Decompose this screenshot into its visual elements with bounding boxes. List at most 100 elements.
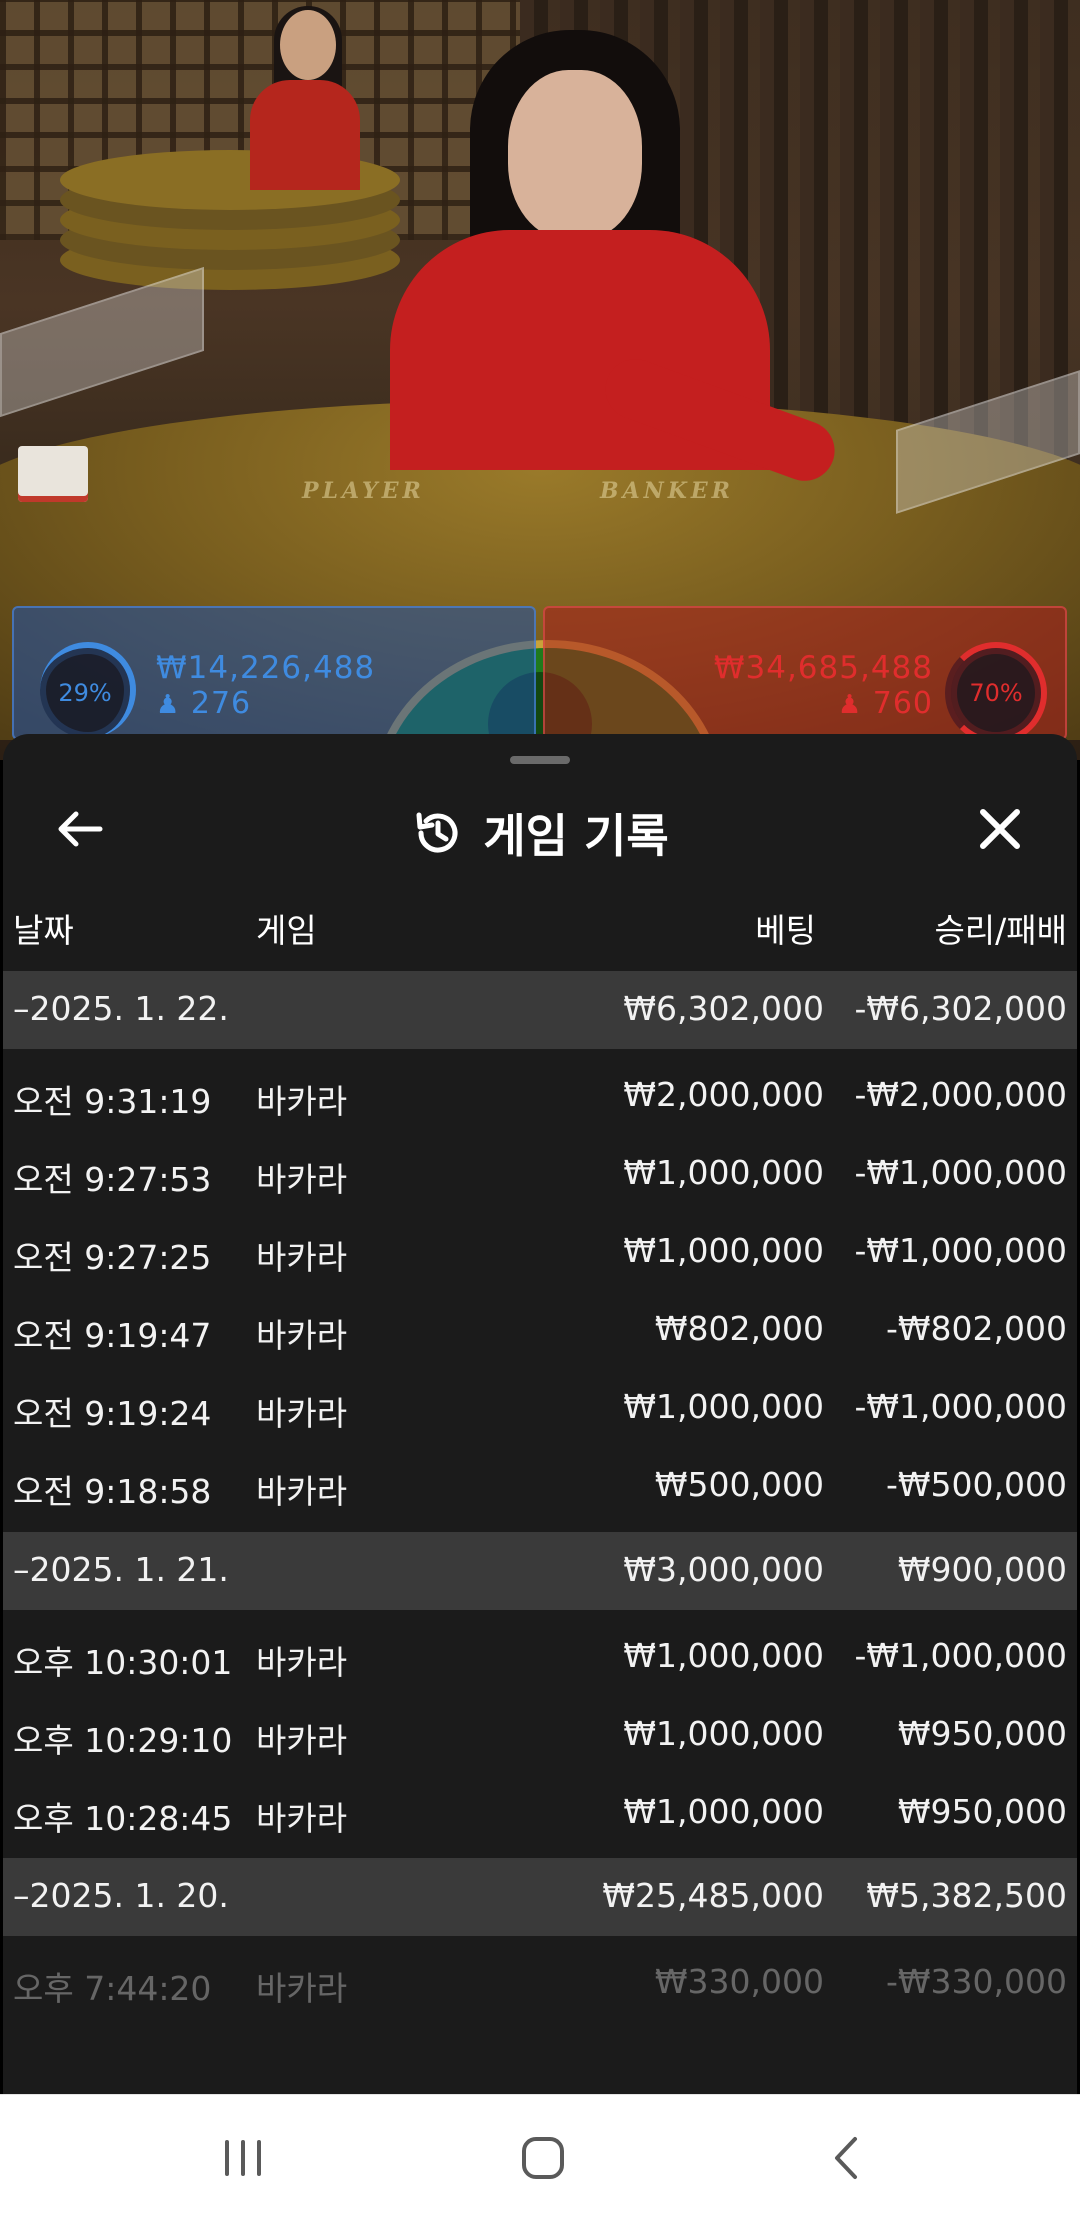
card-shoe-left <box>0 266 204 418</box>
row-time: 오후 7:44:20 <box>13 1969 212 2008</box>
banker-percent-ring: 70% <box>945 642 1047 738</box>
date-group-row[interactable]: –2025. 1. 22. ₩6,302,000 -₩6,302,000 <box>3 971 1077 1049</box>
sheet-header: 게임 기록 <box>3 774 1077 874</box>
felt-label-player: PLAYER <box>302 478 425 504</box>
player-percent: 29% <box>58 679 112 707</box>
history-row[interactable]: 오전 9:27:53 바카라 ₩1,000,000 -₩1,000,000 <box>3 1133 1077 1211</box>
row-game: 바카라 <box>256 1082 348 1121</box>
banker-percent: 70% <box>969 679 1023 707</box>
game-history-sheet: 게임 기록 날짜 게임 베팅 승리/패배 –2025. 1. 22. ₩6,30… <box>3 734 1077 2094</box>
row-time: 오전 9:27:25 <box>13 1238 212 1277</box>
row-time: 오후 10:29:10 <box>13 1721 233 1760</box>
row-result: -₩1,000,000 <box>854 1231 1068 1270</box>
row-time: 오후 10:30:01 <box>13 1643 233 1682</box>
close-button[interactable] <box>965 794 1035 864</box>
history-row[interactable]: 오전 9:27:25 바카라 ₩1,000,000 -₩1,000,000 <box>3 1211 1077 1289</box>
date-group-row[interactable]: –2025. 1. 21. ₩3,000,000 ₩900,000 <box>3 1532 1077 1610</box>
dealer <box>380 30 844 490</box>
group-bet-total: ₩3,000,000 <box>623 1550 824 1589</box>
row-game: 바카라 <box>256 1969 348 2008</box>
row-result: ₩950,000 <box>897 1792 1067 1831</box>
history-icon <box>416 812 458 853</box>
row-bet: ₩1,000,000 <box>623 1231 824 1270</box>
row-result: -₩1,000,000 <box>854 1387 1068 1426</box>
history-row[interactable]: 오후 10:29:10 바카라 ₩1,000,000 ₩950,000 <box>3 1694 1077 1772</box>
group-result-total: -₩6,302,000 <box>854 989 1068 1028</box>
row-game: 바카라 <box>256 1160 348 1199</box>
row-result: ₩950,000 <box>897 1714 1067 1753</box>
row-bet: ₩1,000,000 <box>623 1636 824 1675</box>
row-result: -₩500,000 <box>885 1465 1067 1504</box>
player-bet-amount: ₩14,226,488 <box>156 650 376 686</box>
date-group-row[interactable]: –2025. 1. 20. ₩25,485,000 ₩5,382,500 <box>3 1858 1077 1936</box>
row-game: 바카라 <box>256 1799 348 1838</box>
system-navigation-bar <box>0 2094 1080 2221</box>
sheet-title-text: 게임 기록 <box>483 809 669 863</box>
column-bet: 베팅 <box>755 911 816 950</box>
group-result-total: ₩900,000 <box>897 1550 1067 1589</box>
player-bettor-count: ♟ 276 <box>156 686 251 721</box>
row-result: -₩802,000 <box>885 1309 1067 1348</box>
group-date: –2025. 1. 22. <box>13 989 229 1028</box>
card-stack <box>18 446 88 502</box>
row-time: 오전 9:31:19 <box>13 1082 212 1121</box>
banker-count-value: 760 <box>872 686 933 721</box>
row-bet: ₩802,000 <box>654 1309 824 1348</box>
sheet-title: 게임 기록 <box>3 800 1077 866</box>
history-row[interactable]: 오후 10:28:45 바카라 ₩1,000,000 ₩950,000 <box>3 1772 1077 1850</box>
system-back-button[interactable] <box>806 2125 886 2191</box>
home-button[interactable] <box>503 2125 583 2191</box>
person-icon: ♟ <box>837 690 863 720</box>
player-bet-panel[interactable]: 29% ₩14,226,488 ♟ 276 <box>12 606 536 740</box>
row-bet: ₩1,000,000 <box>623 1153 824 1192</box>
home-icon <box>522 2137 564 2179</box>
row-game: 바카라 <box>256 1394 348 1433</box>
person-icon: ♟ <box>156 690 181 720</box>
group-date: –2025. 1. 21. <box>13 1550 229 1589</box>
player-percent-ring: 29% <box>40 642 136 738</box>
row-bet: ₩2,000,000 <box>623 1075 824 1114</box>
player-count-value: 276 <box>190 686 252 721</box>
row-result: -₩1,000,000 <box>854 1636 1068 1675</box>
history-row[interactable]: 오전 9:31:19 바카라 ₩2,000,000 -₩2,000,000 <box>3 1055 1077 1133</box>
row-bet: ₩330,000 <box>654 1962 824 2001</box>
row-result: -₩330,000 <box>885 1962 1067 2001</box>
row-time: 오전 9:27:53 <box>13 1160 212 1199</box>
history-row[interactable]: 오전 9:19:47 바카라 ₩802,000 -₩802,000 <box>3 1289 1077 1367</box>
felt-label-banker: BANKER <box>600 478 734 504</box>
column-result: 승리/패배 <box>934 911 1067 950</box>
row-bet: ₩500,000 <box>654 1465 824 1504</box>
group-bet-total: ₩25,485,000 <box>602 1876 824 1915</box>
recent-apps-button[interactable] <box>203 2125 283 2191</box>
column-date: 날짜 <box>13 911 74 950</box>
group-result-total: ₩5,382,500 <box>866 1876 1067 1915</box>
row-bet: ₩1,000,000 <box>623 1387 824 1426</box>
banker-bettor-count: ♟ 760 <box>838 686 933 721</box>
row-game: 바카라 <box>256 1316 348 1355</box>
group-date: –2025. 1. 20. <box>13 1876 229 1915</box>
drag-handle[interactable] <box>510 756 570 764</box>
row-bet: ₩1,000,000 <box>623 1714 824 1753</box>
row-time: 오전 9:19:47 <box>13 1316 212 1355</box>
row-game: 바카라 <box>256 1238 348 1277</box>
column-game: 게임 <box>256 911 317 950</box>
row-game: 바카라 <box>256 1643 348 1682</box>
recent-apps-icon <box>225 2140 261 2176</box>
group-bet-total: ₩6,302,000 <box>623 989 824 1028</box>
row-result: -₩2,000,000 <box>854 1075 1068 1114</box>
row-time: 오후 10:28:45 <box>13 1799 233 1838</box>
banker-bet-amount: ₩34,685,488 <box>713 650 933 686</box>
back-icon <box>835 2137 857 2179</box>
banker-bet-panel[interactable]: 70% ₩34,685,488 ♟ 760 <box>543 606 1067 740</box>
row-game: 바카라 <box>256 1472 348 1511</box>
history-row[interactable]: 오후 7:44:20 바카라 ₩330,000 -₩330,000 <box>3 1942 1077 2020</box>
background-dealer <box>180 6 360 190</box>
row-result: -₩1,000,000 <box>854 1153 1068 1192</box>
row-time: 오전 9:18:58 <box>13 1472 212 1511</box>
close-icon <box>980 809 1020 849</box>
row-time: 오전 9:19:24 <box>13 1394 212 1433</box>
history-row[interactable]: 오전 9:18:58 바카라 ₩500,000 -₩500,000 <box>3 1445 1077 1523</box>
history-row[interactable]: 오전 9:19:24 바카라 ₩1,000,000 -₩1,000,000 <box>3 1367 1077 1445</box>
history-column-headers: 날짜 게임 베팅 승리/패배 <box>3 904 1077 964</box>
history-row[interactable]: 오후 10:30:01 바카라 ₩1,000,000 -₩1,000,000 <box>3 1616 1077 1694</box>
